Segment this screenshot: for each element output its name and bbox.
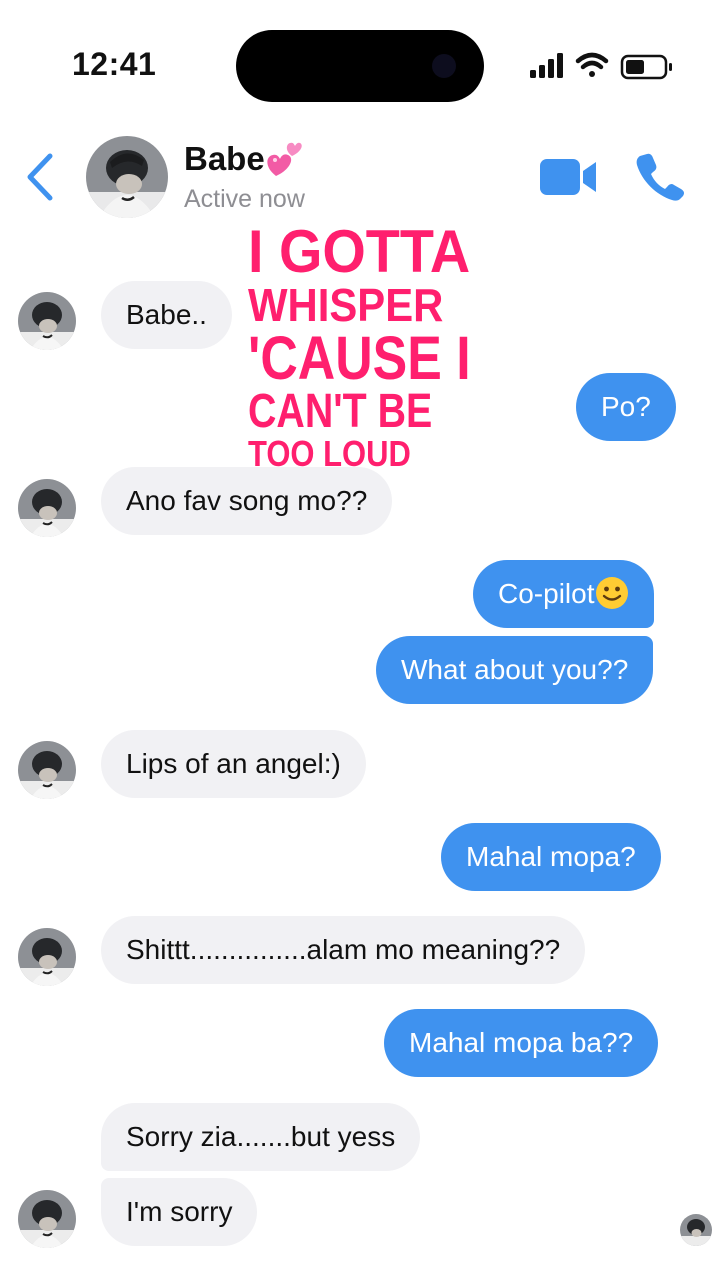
two-hearts-icon [267, 142, 302, 176]
sender-avatar[interactable] [18, 292, 76, 350]
front-camera-icon [432, 54, 456, 78]
message-text: Co-pilot [498, 578, 595, 609]
dynamic-island [236, 30, 484, 102]
avatar-image [18, 479, 76, 537]
message-incoming[interactable]: Sorry zia.......but yess [101, 1103, 421, 1171]
video-camera-icon [540, 159, 596, 195]
message-incoming[interactable]: Ano fav song mo?? [101, 467, 393, 535]
message-incoming[interactable]: Shittt...............alam mo meaning?? [101, 916, 586, 984]
message-incoming[interactable]: Lips of an angel:) [101, 730, 366, 798]
message-outgoing[interactable]: Co-pilot [473, 560, 655, 628]
video-call-button[interactable] [538, 156, 600, 198]
contact-status: Active now [184, 185, 305, 213]
message-outgoing[interactable]: Mahal mopa ba?? [384, 1009, 659, 1077]
slightly-smiling-face-icon [596, 576, 629, 609]
phone-icon [636, 153, 685, 201]
lyric-line-3: 'CAUSE I [248, 324, 471, 392]
message-incoming[interactable]: Babe.. [101, 281, 232, 349]
back-button[interactable] [18, 148, 62, 206]
avatar-image [86, 136, 168, 218]
avatar-image [680, 1214, 712, 1246]
avatar-image [18, 741, 76, 799]
battery-icon [620, 54, 672, 80]
sender-avatar[interactable] [18, 741, 76, 799]
avatar-image [18, 928, 76, 986]
lyric-line-4: CAN'T BE [248, 385, 433, 438]
status-icons [530, 52, 672, 80]
message-outgoing[interactable]: Po? [576, 373, 676, 441]
contact-name[interactable]: Babe [184, 140, 265, 178]
lyric-line-1: I GOTTA [248, 218, 471, 285]
chat-screen: 12:41 Babe Active now I GOTTA WHISPER 'C… [0, 0, 720, 1280]
lyric-line-2: WHISPER [248, 279, 444, 331]
chevron-left-icon [27, 153, 53, 201]
message-incoming[interactable]: I'm sorry [101, 1178, 258, 1246]
contact-avatar[interactable] [86, 136, 168, 218]
audio-call-button[interactable] [634, 150, 686, 202]
wifi-icon [575, 52, 609, 77]
message-outgoing[interactable]: Mahal mopa? [441, 823, 661, 891]
sender-avatar[interactable] [18, 1190, 76, 1248]
avatar-image [18, 292, 76, 350]
sender-avatar[interactable] [18, 928, 76, 986]
read-receipt-avatar [680, 1214, 712, 1246]
sender-avatar[interactable] [18, 479, 76, 537]
cellular-signal-icon [530, 53, 563, 78]
status-time: 12:41 [72, 46, 157, 82]
message-outgoing[interactable]: What about you?? [376, 636, 654, 704]
avatar-image [18, 1190, 76, 1248]
